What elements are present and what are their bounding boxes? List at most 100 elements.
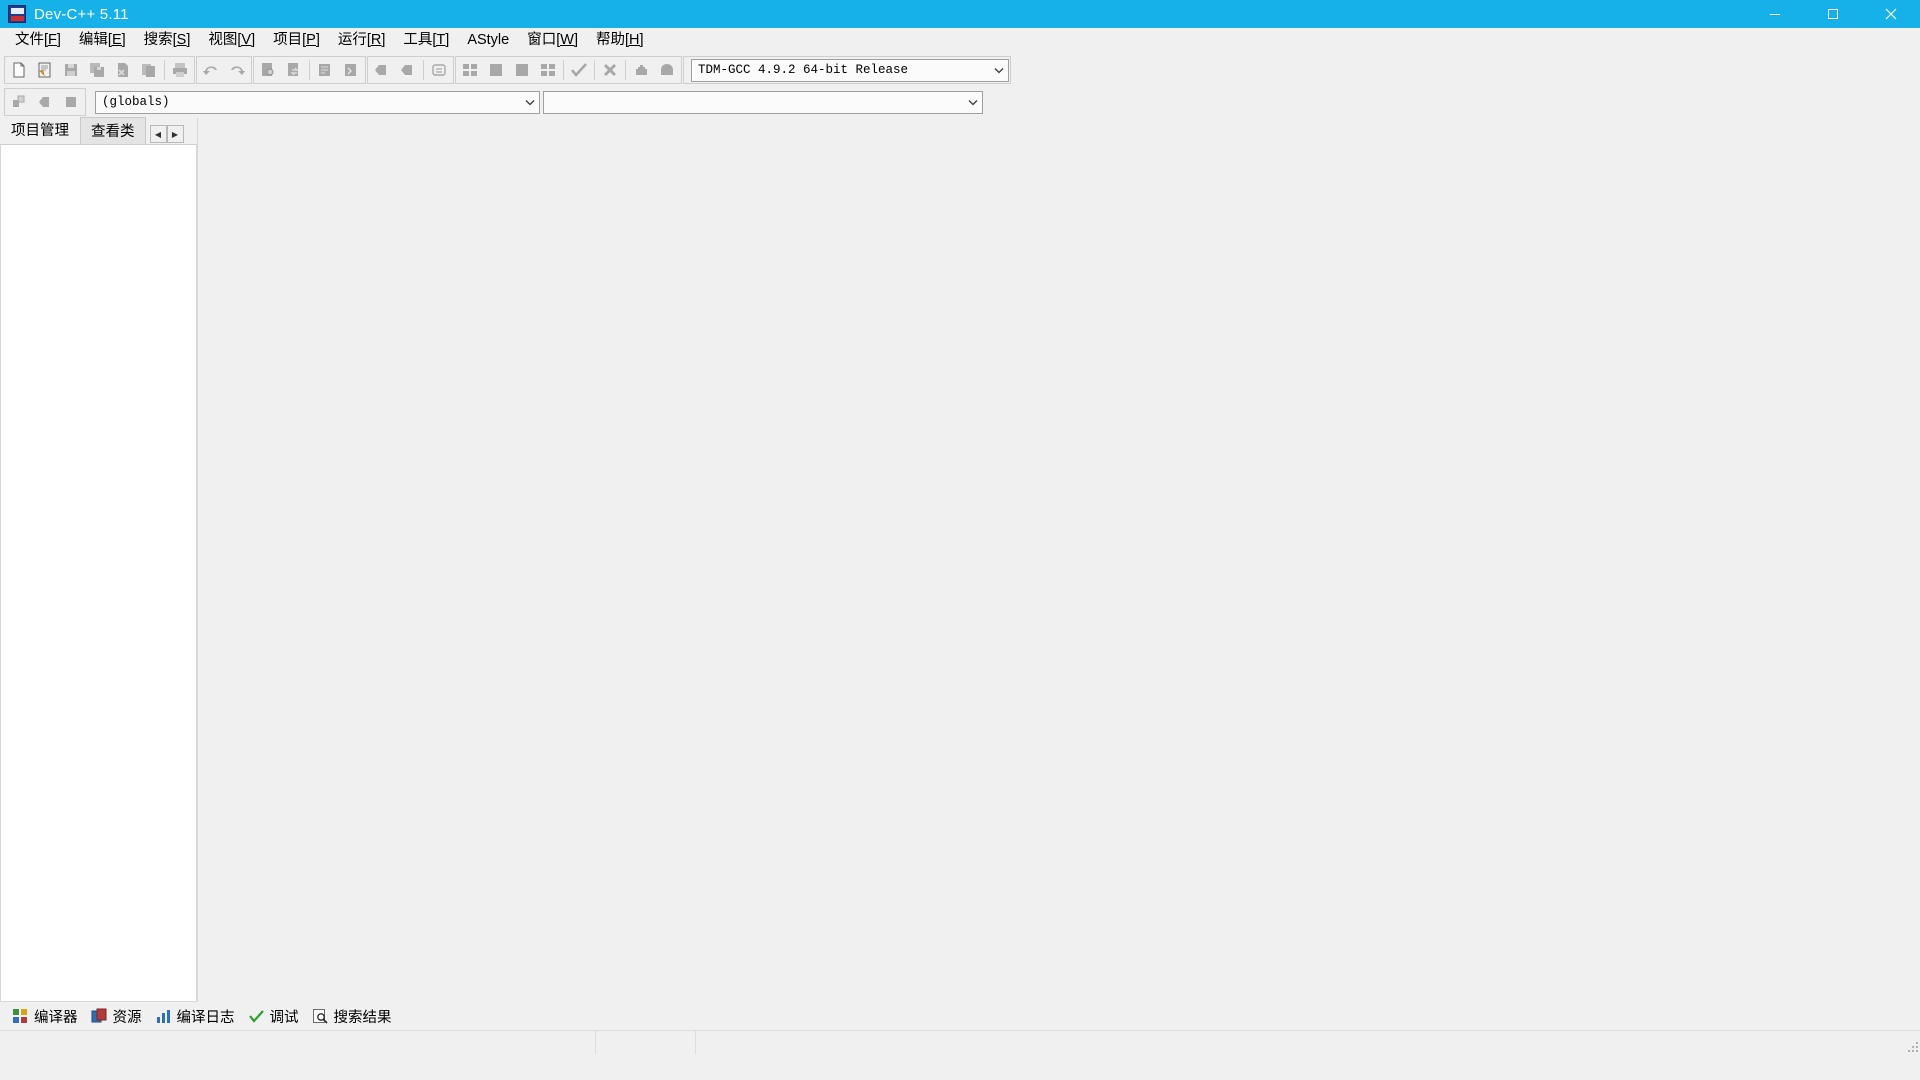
undo-button[interactable]: [199, 58, 223, 82]
goto-line-button[interactable]: [313, 58, 337, 82]
window-controls: [1746, 0, 1920, 28]
menu-tools-label: 工具: [403, 32, 433, 48]
menu-run-label: 运行: [337, 32, 367, 48]
new-project-button[interactable]: [458, 58, 482, 82]
menu-edit-label: 编辑: [78, 32, 108, 48]
resize-grip-icon[interactable]: [1904, 1031, 1920, 1054]
back-button[interactable]: [33, 90, 57, 114]
maximize-button[interactable]: [1804, 0, 1862, 28]
chevron-down-icon[interactable]: [520, 92, 539, 113]
menu-astyle[interactable]: AStyle: [458, 29, 518, 51]
toolbar-separator: [309, 60, 310, 80]
compile-log-icon: [156, 1009, 170, 1023]
toolbar-separator: [625, 60, 626, 80]
run-button[interactable]: [629, 58, 653, 82]
status-bar: [0, 1030, 1920, 1054]
print-button[interactable]: [168, 58, 192, 82]
compile-button[interactable]: [567, 58, 591, 82]
class-browser-member-combo[interactable]: [543, 90, 983, 114]
new-file-button[interactable]: [7, 58, 31, 82]
tab-search-results[interactable]: 搜索结果: [308, 1004, 399, 1029]
minimize-button[interactable]: [1746, 0, 1804, 28]
toolbar-separator: [594, 60, 595, 80]
window-title: Dev-C++ 5.11: [34, 5, 129, 23]
indent-button[interactable]: [396, 58, 420, 82]
search-results-icon: [312, 1008, 328, 1024]
toggle-comment-button[interactable]: [427, 58, 451, 82]
menu-window-label: 窗口: [527, 32, 557, 48]
goto-function-button[interactable]: [339, 58, 363, 82]
menu-file-label: 文件: [15, 32, 44, 48]
compiler-set-combo[interactable]: TDM-GCC 4.9.2 64-bit Release: [691, 58, 1009, 82]
tab-compiler[interactable]: 编译器: [8, 1004, 85, 1029]
menu-help-accel: [H]: [624, 32, 644, 48]
tab-project-manager[interactable]: 项目管理: [0, 116, 80, 144]
tab-class-browser[interactable]: 查看类: [80, 117, 146, 144]
tab-debug-label: 调试: [269, 1009, 299, 1026]
status-cell-3: [696, 1031, 1904, 1054]
tab-resources-label: 资源: [112, 1009, 142, 1026]
tab-scroll-buttons: ◀ ▶: [149, 125, 184, 143]
menu-help-label: 帮助: [595, 32, 625, 48]
tab-compile-log-label: 编译日志: [176, 1009, 235, 1026]
toolbar-undo-group: [196, 56, 252, 84]
menu-run[interactable]: 运行[R]: [329, 29, 395, 51]
save-button[interactable]: [59, 58, 83, 82]
menu-astyle-label: AStyle: [467, 32, 510, 48]
stop-button[interactable]: [598, 58, 622, 82]
compile-run-button[interactable]: [655, 58, 679, 82]
project-options-button[interactable]: [536, 58, 560, 82]
menu-help[interactable]: 帮助[H]: [587, 29, 653, 51]
class-browser-scope-combo[interactable]: (globals): [95, 90, 540, 114]
menu-window[interactable]: 窗口[W]: [518, 29, 587, 51]
tab-search-results-label: 搜索结果: [333, 1009, 392, 1026]
chevron-left-icon: ◀: [154, 129, 162, 139]
tab-resources[interactable]: 资源: [87, 1004, 149, 1029]
menu-search[interactable]: 搜索[S]: [135, 29, 200, 51]
bottom-tab-bar: 编译器 资源 编译日志 调试 搜索结果: [0, 1002, 1920, 1030]
find-button[interactable]: [256, 58, 280, 82]
menu-window-accel: [W]: [556, 32, 578, 48]
add-file-button[interactable]: [484, 58, 508, 82]
toolbar-separator: [563, 60, 564, 80]
tab-scroll-prev-button[interactable]: ◀: [149, 125, 167, 143]
replace-button[interactable]: [282, 58, 306, 82]
editor-area[interactable]: [198, 118, 1920, 1002]
debug-check-icon: [248, 1009, 264, 1023]
menu-view[interactable]: 视图[V]: [199, 29, 264, 51]
menu-edit-accel: [E]: [107, 32, 126, 48]
menu-project[interactable]: 项目[P]: [264, 29, 329, 51]
tab-compile-log[interactable]: 编译日志: [151, 1004, 242, 1029]
close-file-button[interactable]: [111, 58, 135, 82]
toolbar-area: TDM-GCC 4.9.2 64-bit Release (globals): [0, 52, 1920, 118]
toolbar-separator: [164, 60, 165, 80]
save-all-button[interactable]: [85, 58, 109, 82]
remove-file-button[interactable]: [510, 58, 534, 82]
toolbar-file-group: [4, 56, 195, 84]
menu-view-label: 视图: [208, 32, 238, 48]
tab-scroll-next-button[interactable]: ▶: [166, 125, 184, 143]
forward-button[interactable]: [59, 90, 83, 114]
menu-edit[interactable]: 编辑[E]: [70, 29, 135, 51]
chevron-down-icon[interactable]: [963, 92, 982, 113]
toolbar-search-group: [253, 56, 366, 84]
close-button[interactable]: [1862, 0, 1920, 28]
menu-file[interactable]: 文件[F]: [6, 29, 70, 51]
redo-button[interactable]: [225, 58, 249, 82]
close-all-button[interactable]: [137, 58, 161, 82]
status-cell-1: [0, 1031, 596, 1054]
project-tree[interactable]: [0, 144, 197, 1002]
menu-search-accel: [S]: [172, 32, 191, 48]
class-browser-scope-value: (globals): [102, 95, 170, 109]
compiler-icon: [13, 1008, 27, 1023]
open-file-button[interactable]: [33, 58, 57, 82]
tab-debug[interactable]: 调试: [244, 1004, 306, 1029]
chevron-down-icon[interactable]: [989, 60, 1008, 81]
menu-project-label: 项目: [273, 32, 303, 48]
breakpoint-button[interactable]: [7, 90, 31, 114]
tab-project-manager-label: 项目管理: [11, 123, 69, 139]
chevron-right-icon: ▶: [171, 129, 179, 139]
menu-tools[interactable]: 工具[T]: [394, 29, 458, 51]
resources-icon: [91, 1008, 106, 1022]
unindent-button[interactable]: [370, 58, 394, 82]
